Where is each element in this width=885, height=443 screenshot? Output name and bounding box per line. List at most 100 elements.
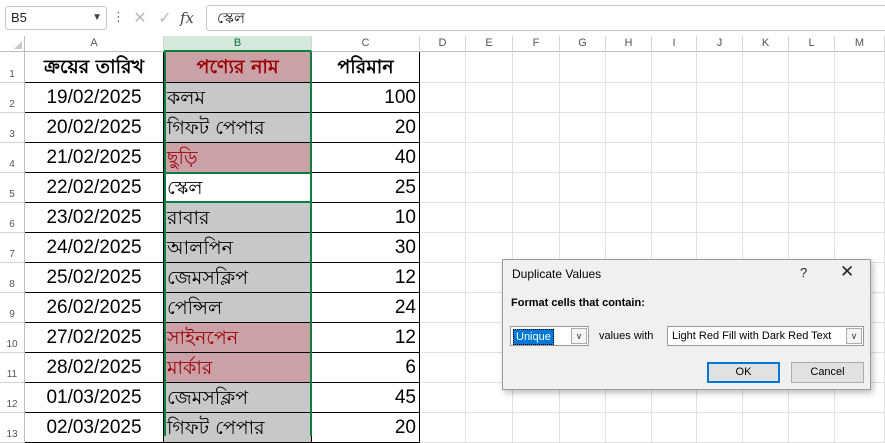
column-header-l[interactable]: L [789, 36, 835, 52]
help-button[interactable]: ? [800, 265, 807, 280]
grid-cell[interactable] [697, 52, 743, 83]
row-header[interactable]: 10 [0, 323, 25, 353]
grid-cell[interactable] [420, 263, 466, 293]
product-cell[interactable]: সাইনপেন [164, 323, 312, 353]
grid-cell[interactable] [513, 203, 560, 233]
cancel-button[interactable]: Cancel [791, 362, 864, 383]
grid-cell[interactable] [513, 113, 560, 143]
quantity-cell[interactable]: 12 [312, 323, 420, 353]
row-header[interactable]: 1 [0, 52, 25, 83]
date-cell[interactable]: 01/03/2025 [25, 383, 164, 413]
column-header-b[interactable]: B [164, 36, 312, 52]
grid-cell[interactable] [420, 233, 466, 263]
grid-cell[interactable] [697, 173, 743, 203]
header-product-name[interactable]: পণ্যের নাম [164, 52, 312, 83]
chevron-down-icon[interactable]: ▼ [92, 7, 102, 29]
grid-cell[interactable] [835, 143, 885, 173]
grid-cell[interactable] [466, 203, 513, 233]
column-header-f[interactable]: F [513, 36, 560, 52]
grid-cell[interactable] [835, 173, 885, 203]
date-cell[interactable]: 19/02/2025 [25, 83, 164, 113]
grid-cell[interactable] [835, 113, 885, 143]
product-cell[interactable]: আলপিন [164, 233, 312, 263]
grid-cell[interactable] [697, 83, 743, 113]
date-cell[interactable]: 26/02/2025 [25, 293, 164, 323]
grid-cell[interactable] [420, 383, 466, 413]
grid-cell[interactable] [466, 113, 513, 143]
grid-cell[interactable] [697, 143, 743, 173]
column-header-d[interactable]: D [420, 36, 466, 52]
grid-cell[interactable] [743, 143, 789, 173]
date-cell[interactable]: 24/02/2025 [25, 233, 164, 263]
grid-cell[interactable] [466, 413, 513, 443]
row-header[interactable]: 11 [0, 353, 25, 383]
grid-cell[interactable] [789, 52, 835, 83]
product-cell[interactable]: জেমসক্লিপ [164, 383, 312, 413]
grid-cell[interactable] [420, 323, 466, 353]
grid-cell[interactable] [606, 52, 652, 83]
grid-cell[interactable] [652, 173, 697, 203]
kebab-vertical-icon[interactable]: ⋮ [112, 8, 125, 28]
grid-cell[interactable] [420, 52, 466, 83]
grid-cell[interactable] [560, 113, 606, 143]
grid-cell[interactable] [420, 413, 466, 443]
grid-cell[interactable] [560, 143, 606, 173]
grid-cell[interactable] [652, 83, 697, 113]
quantity-cell[interactable]: 30 [312, 233, 420, 263]
grid-cell[interactable] [420, 83, 466, 113]
quantity-cell[interactable]: 100 [312, 83, 420, 113]
quantity-cell[interactable]: 12 [312, 263, 420, 293]
product-cell[interactable]: গিফট পেপার [164, 113, 312, 143]
grid-cell[interactable] [697, 413, 743, 443]
grid-cell[interactable] [835, 83, 885, 113]
insert-function-button[interactable]: fx [180, 7, 194, 29]
grid-cell[interactable] [789, 143, 835, 173]
grid-cell[interactable] [606, 413, 652, 443]
header-quantity[interactable]: পরিমান [312, 52, 420, 83]
grid-cell[interactable] [606, 203, 652, 233]
date-cell[interactable]: 25/02/2025 [25, 263, 164, 293]
grid-cell[interactable] [606, 173, 652, 203]
product-cell[interactable]: গিফট পেপার [164, 413, 312, 443]
quantity-cell[interactable]: 6 [312, 353, 420, 383]
grid-cell[interactable] [513, 83, 560, 113]
column-header-e[interactable]: E [466, 36, 513, 52]
grid-cell[interactable] [789, 83, 835, 113]
quantity-cell[interactable]: 20 [312, 413, 420, 443]
grid-cell[interactable] [789, 113, 835, 143]
row-header[interactable]: 6 [0, 203, 25, 233]
grid-cell[interactable] [560, 83, 606, 113]
grid-cell[interactable] [466, 83, 513, 113]
select-all-button[interactable] [0, 36, 25, 52]
grid-cell[interactable] [420, 173, 466, 203]
grid-cell[interactable] [420, 143, 466, 173]
grid-cell[interactable] [697, 113, 743, 143]
grid-cell[interactable] [513, 143, 560, 173]
grid-cell[interactable] [697, 203, 743, 233]
grid-cell[interactable] [466, 173, 513, 203]
date-cell[interactable]: 20/02/2025 [25, 113, 164, 143]
grid-cell[interactable] [835, 413, 885, 443]
grid-cell[interactable] [466, 52, 513, 83]
grid-cell[interactable] [652, 413, 697, 443]
chevron-down-icon[interactable]: ∨ [571, 328, 587, 344]
row-header[interactable]: 2 [0, 83, 25, 113]
row-header[interactable]: 3 [0, 113, 25, 143]
grid-cell[interactable] [606, 83, 652, 113]
grid-cell[interactable] [789, 413, 835, 443]
ok-button[interactable]: OK [707, 362, 780, 383]
quantity-cell[interactable]: 10 [312, 203, 420, 233]
grid-cell[interactable] [743, 83, 789, 113]
row-header[interactable]: 13 [0, 413, 25, 443]
grid-cell[interactable] [789, 173, 835, 203]
chevron-down-icon[interactable]: ∨ [846, 328, 862, 344]
format-style-select[interactable]: Light Red Fill with Dark Red Text ∨ [667, 326, 864, 346]
product-cell[interactable]: ছুড়ি [164, 143, 312, 173]
grid-cell[interactable] [606, 143, 652, 173]
date-cell[interactable]: 22/02/2025 [25, 173, 164, 203]
grid-cell[interactable] [789, 203, 835, 233]
grid-cell[interactable] [560, 173, 606, 203]
header-purchase-date[interactable]: ক্রয়ের তারিখ [25, 52, 164, 83]
date-cell[interactable]: 27/02/2025 [25, 323, 164, 353]
formula-input[interactable]: স্কেল [206, 5, 885, 31]
